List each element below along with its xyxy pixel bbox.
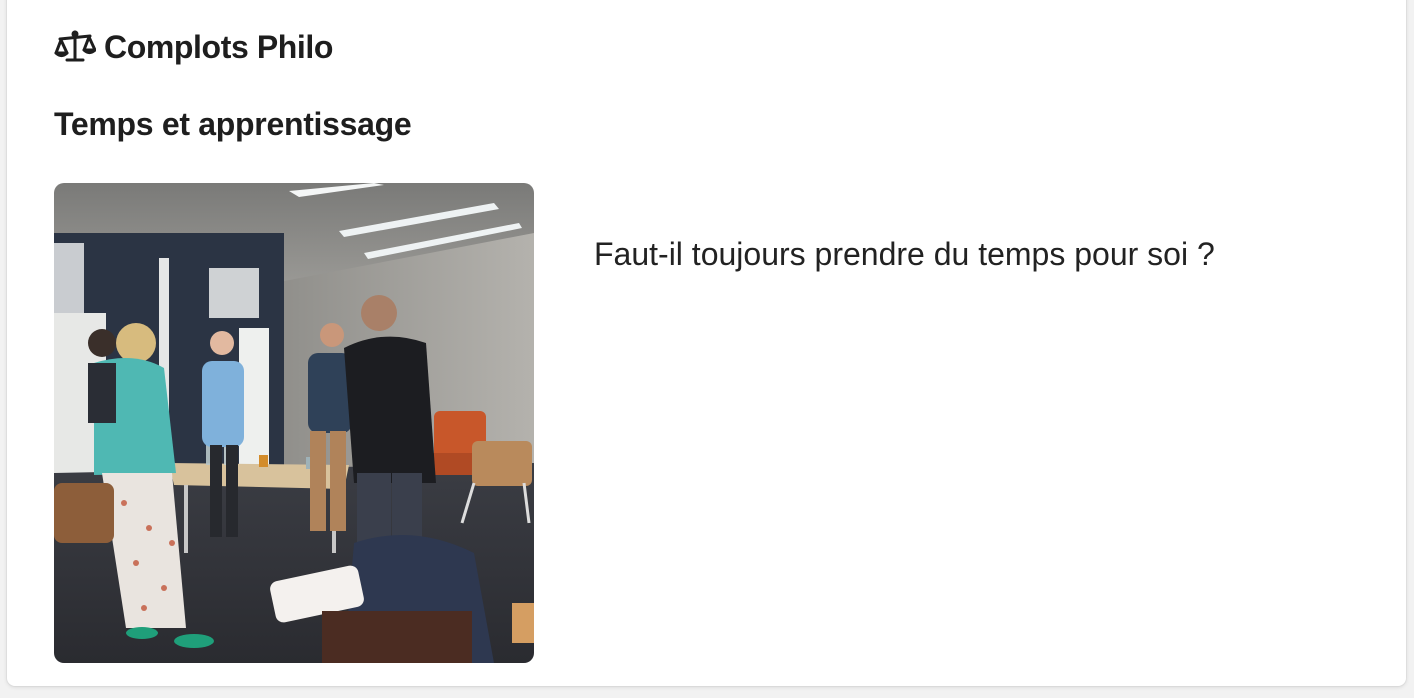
- group-discussion-photo: [54, 183, 534, 663]
- scales-icon: [54, 28, 97, 66]
- site-header[interactable]: Complots Philo: [54, 28, 333, 66]
- site-title[interactable]: Complots Philo: [104, 29, 333, 66]
- page-title: Temps et apprentissage: [54, 106, 412, 142]
- article-question-link[interactable]: Faut-il toujours prendre du temps pour s…: [594, 236, 1215, 273]
- article-photo[interactable]: [54, 183, 534, 663]
